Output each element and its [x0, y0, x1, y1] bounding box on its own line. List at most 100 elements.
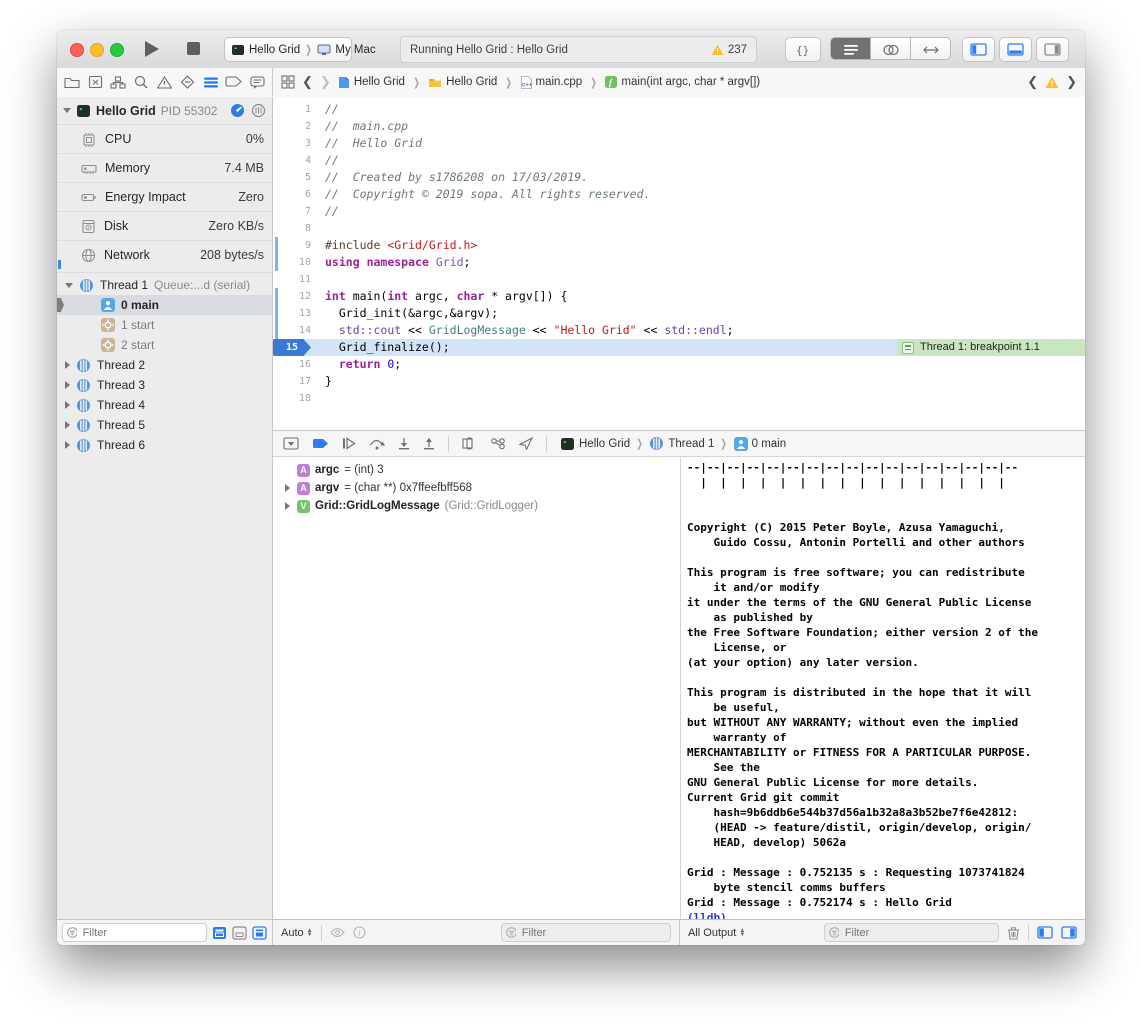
process-row[interactable]: Hello Grid PID 55302	[57, 97, 272, 124]
filter-threads-icon[interactable]	[251, 103, 266, 118]
console-filter-field[interactable]	[824, 923, 999, 942]
breadcrumb-file[interactable]: c++ main.cpp	[521, 76, 583, 89]
show-running-threads-toggle-icon[interactable]	[212, 926, 227, 940]
continue-button[interactable]	[342, 437, 356, 450]
step-over-button[interactable]	[369, 437, 385, 450]
line-number[interactable]: 13	[273, 305, 311, 322]
stack-frame-row[interactable]: 2 start	[57, 335, 272, 355]
toggle-variables-view-button[interactable]	[1037, 926, 1053, 939]
scheme-selector[interactable]: Hello Grid ❯ My Mac	[224, 37, 352, 62]
line-number[interactable]: 9	[273, 237, 311, 254]
assistant-editor-button[interactable]	[870, 38, 910, 60]
toggle-navigator-button[interactable]	[962, 37, 995, 62]
variables-filter-input[interactable]	[520, 926, 666, 940]
disclosure-triangle-icon[interactable]	[65, 283, 73, 288]
breadcrumb-project[interactable]: Hello Grid	[338, 76, 405, 89]
debug-crumb[interactable]: 0 main	[734, 437, 787, 451]
gauge-row-energy-impact[interactable]: Energy ImpactZero	[57, 182, 272, 211]
thread-row[interactable]: Thread 1Queue:...d (serial)	[57, 275, 272, 295]
stack-frame-row[interactable]: 1 start	[57, 315, 272, 335]
step-out-button[interactable]	[423, 437, 435, 450]
gauge-row-cpu[interactable]: CPU0%	[57, 124, 272, 153]
breadcrumb-symbol[interactable]: f main(int argc, char * argv[])	[605, 76, 760, 88]
line-number[interactable]: 3	[273, 135, 311, 152]
gauges-indicator-icon[interactable]	[230, 103, 245, 118]
info-icon[interactable]: i	[353, 926, 366, 939]
debug-view-hierarchy-button[interactable]	[462, 437, 477, 450]
run-button[interactable]	[141, 39, 163, 59]
line-number[interactable]: 17	[273, 373, 311, 390]
clear-console-trash-icon[interactable]	[1007, 926, 1020, 940]
line-number[interactable]: 11	[273, 271, 311, 288]
disclosure-triangle-icon[interactable]	[285, 502, 290, 510]
navigator-reports-button[interactable]	[246, 71, 268, 93]
navigator-breakpoints-button[interactable]	[223, 71, 245, 93]
version-editor-button[interactable]	[910, 38, 950, 60]
navigator-filter-input[interactable]	[81, 926, 202, 940]
breakpoint-badge[interactable]: 15	[273, 339, 311, 356]
show-crashed-threads-toggle-icon[interactable]	[232, 926, 247, 940]
line-number[interactable]: 10	[273, 254, 311, 271]
toggle-inspectors-button[interactable]	[1036, 37, 1069, 62]
navigator-debug-button[interactable]	[200, 71, 222, 93]
warning-counter[interactable]: 237	[711, 44, 747, 56]
navigator-filter-field[interactable]	[62, 923, 207, 942]
previous-issue-button[interactable]: ❮	[1027, 74, 1038, 90]
thread-row[interactable]: Thread 5	[57, 415, 272, 435]
line-number[interactable]: 4	[273, 152, 311, 169]
navigator-source-control-button[interactable]	[84, 71, 106, 93]
activity-viewer[interactable]: Running Hello Grid : Hello Grid 237	[400, 36, 757, 63]
navigator-project-button[interactable]	[61, 71, 83, 93]
line-number[interactable]: 7	[273, 203, 311, 220]
line-number[interactable]: 16	[273, 356, 311, 373]
forward-button[interactable]: ❯	[320, 74, 331, 90]
line-number[interactable]: 1	[273, 101, 311, 118]
back-button[interactable]: ❮	[302, 74, 313, 90]
stop-button[interactable]	[187, 42, 200, 55]
source-editor[interactable]: 1//2// main.cpp3// Hello Grid4//5// Crea…	[273, 97, 1085, 430]
next-issue-button[interactable]: ❯	[1066, 74, 1077, 90]
debug-memory-graph-button[interactable]	[490, 437, 506, 450]
console-view[interactable]: --|--|--|--|--|--|--|--|--|--|--|--|--|-…	[680, 457, 1085, 920]
line-number[interactable]: 6	[273, 186, 311, 203]
thread-row[interactable]: Thread 3	[57, 375, 272, 395]
line-number[interactable]: 12	[273, 288, 311, 305]
show-threads-by-queue-toggle-icon[interactable]	[252, 926, 267, 940]
debug-crumb[interactable]: Hello Grid	[560, 437, 630, 451]
stack-frame-row[interactable]: 0 main	[57, 295, 272, 315]
disclosure-triangle-icon[interactable]	[285, 484, 290, 492]
library-button[interactable]: {}	[785, 37, 821, 62]
gauge-row-disk[interactable]: DiskZero KB/s	[57, 211, 272, 240]
issue-warning-icon[interactable]	[1045, 76, 1059, 89]
console-filter-input[interactable]	[843, 926, 994, 940]
gauge-row-network[interactable]: Network208 bytes/s	[57, 240, 272, 269]
variable-row[interactable]: Aargc= (int) 3	[273, 461, 680, 479]
disclosure-triangle-icon[interactable]	[65, 441, 70, 449]
line-number[interactable]: 8	[273, 220, 311, 237]
step-into-button[interactable]	[398, 437, 410, 450]
navigator-symbols-button[interactable]	[107, 71, 129, 93]
thread-row[interactable]: Thread 6	[57, 435, 272, 455]
disclosure-triangle-icon[interactable]	[65, 421, 70, 429]
standard-editor-button[interactable]	[831, 38, 870, 60]
debug-crumb[interactable]: Thread 1	[649, 436, 714, 451]
quicklook-eye-icon[interactable]	[330, 927, 345, 938]
gauge-row-memory[interactable]: Memory7.4 MB	[57, 153, 272, 182]
related-items-icon[interactable]	[281, 75, 295, 89]
breakpoint-annotation[interactable]: Thread 1: breakpoint 1.1	[897, 339, 1085, 356]
toggle-debug-area-button[interactable]	[999, 37, 1032, 62]
variables-scope-popup[interactable]: Auto ▲▼	[281, 927, 313, 939]
close-window-button[interactable]	[70, 43, 84, 57]
navigator-issues-button[interactable]	[154, 71, 176, 93]
variables-filter-field[interactable]	[501, 923, 671, 942]
toggle-console-view-button[interactable]	[1061, 926, 1077, 939]
line-number[interactable]: 18	[273, 390, 311, 407]
hide-debug-area-button[interactable]	[283, 437, 299, 450]
breakpoints-toggle-button[interactable]	[312, 438, 329, 450]
console-output-popup[interactable]: All Output ▲▼	[688, 927, 745, 939]
variable-row[interactable]: Aargv= (char **) 0x7ffeefbff568	[273, 479, 680, 497]
minimize-window-button[interactable]	[90, 43, 104, 57]
thread-row[interactable]: Thread 2	[57, 355, 272, 375]
line-number[interactable]: 14	[273, 322, 311, 339]
variables-view[interactable]: Aargc= (int) 3Aargv= (char **) 0x7ffeefb…	[273, 457, 680, 920]
